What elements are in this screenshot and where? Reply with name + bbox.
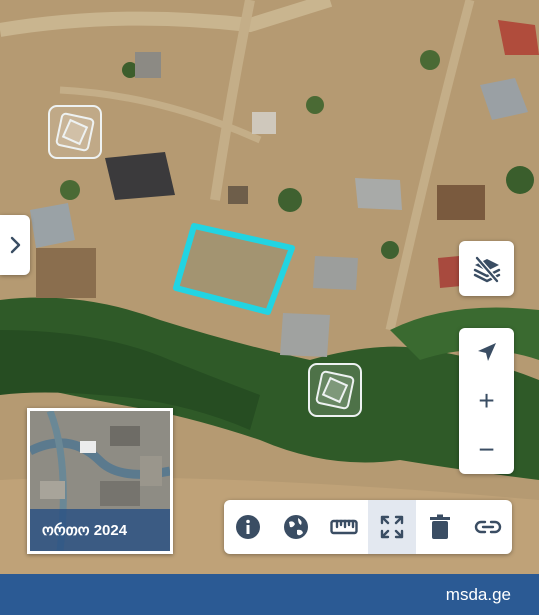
trash-icon xyxy=(430,514,450,539)
navigation-arrow-icon xyxy=(477,343,496,362)
link-icon xyxy=(474,520,502,534)
share-link-button[interactable] xyxy=(464,500,512,554)
minimap-label: ორთო 2024 xyxy=(30,509,170,551)
side-panel-toggle-button[interactable] xyxy=(0,215,30,275)
landmark-marker-left xyxy=(48,105,102,159)
layer-visibility-toggle-button[interactable] xyxy=(459,241,514,296)
ruler-button[interactable] xyxy=(320,500,368,554)
globe-button[interactable] xyxy=(272,500,320,554)
map-toolbar xyxy=(224,500,512,554)
zoom-control-group: + − xyxy=(459,328,514,474)
zoom-out-button[interactable]: − xyxy=(459,425,514,474)
fullscreen-button[interactable] xyxy=(368,500,416,554)
info-icon xyxy=(236,515,260,539)
site-name[interactable]: msda.ge xyxy=(446,585,511,605)
info-button[interactable] xyxy=(224,500,272,554)
locate-button[interactable] xyxy=(459,328,514,377)
ruler-icon xyxy=(330,519,358,535)
layers-off-icon xyxy=(473,255,500,283)
minimap-basemap-switcher[interactable]: ორთო 2024 xyxy=(27,408,173,554)
fullscreen-icon xyxy=(380,515,404,539)
site-footer: msda.ge xyxy=(0,574,539,615)
chevron-right-icon xyxy=(10,236,21,254)
landmark-marker-bottom xyxy=(308,363,362,417)
globe-icon xyxy=(284,515,308,539)
zoom-in-button[interactable]: + xyxy=(459,377,514,426)
delete-button[interactable] xyxy=(416,500,464,554)
